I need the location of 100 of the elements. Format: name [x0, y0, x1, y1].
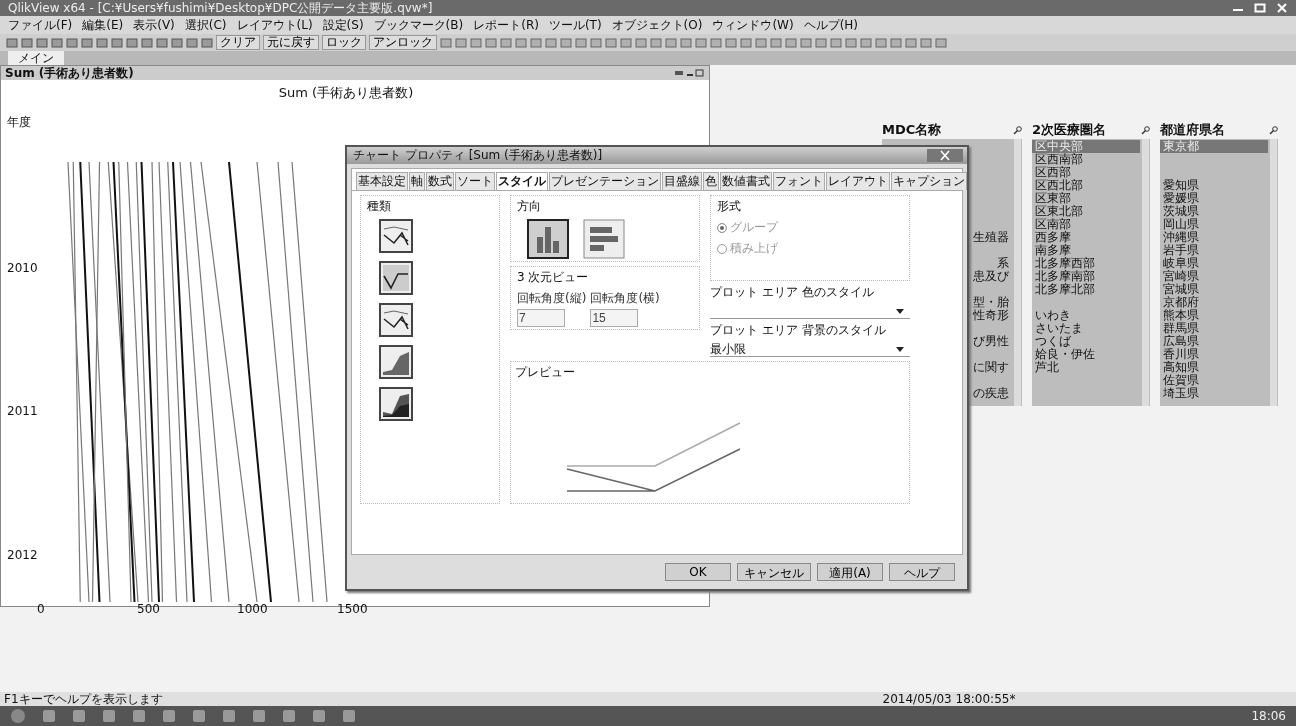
- list-item[interactable]: 区中央部: [1032, 140, 1140, 153]
- list-item[interactable]: 区東北部: [1032, 205, 1140, 218]
- toolbar-icon[interactable]: [440, 36, 452, 49]
- list-item[interactable]: 宮崎県: [1160, 270, 1268, 283]
- chart-type-icon[interactable]: [379, 261, 413, 295]
- toolbar-icon[interactable]: [36, 36, 48, 49]
- dialog-tab[interactable]: 目盛線: [662, 172, 702, 190]
- list-item[interactable]: 京都府: [1160, 296, 1268, 309]
- list-item[interactable]: 区西部: [1032, 166, 1140, 179]
- close-icon[interactable]: [927, 149, 963, 162]
- toolbar-icon[interactable]: [860, 36, 872, 49]
- list-item[interactable]: 岐阜県: [1160, 257, 1268, 270]
- scrollbar[interactable]: [1014, 139, 1021, 406]
- taskbar-icon[interactable]: [192, 709, 206, 723]
- dropdown-value[interactable]: 最小限: [710, 340, 746, 358]
- scrollbar[interactable]: [1270, 139, 1277, 406]
- toolbar-icon[interactable]: [935, 36, 947, 49]
- dialog-button[interactable]: OK: [665, 563, 731, 581]
- toolbar-icon[interactable]: [111, 36, 123, 49]
- toolbar-icon[interactable]: [890, 36, 902, 49]
- toolbar-button[interactable]: ロック: [322, 35, 366, 50]
- list-item[interactable]: 芦北: [1032, 361, 1140, 374]
- toolbar-icon[interactable]: [785, 36, 797, 49]
- toolbar-icon[interactable]: [635, 36, 647, 49]
- list-item[interactable]: 区東部: [1032, 192, 1140, 205]
- toolbar-icon[interactable]: [545, 36, 557, 49]
- taskbar-icon[interactable]: [252, 709, 266, 723]
- menu-item[interactable]: 選択(C): [184, 16, 227, 34]
- dialog-tab[interactable]: 数値書式: [720, 172, 772, 190]
- chart-type-icon[interactable]: [379, 345, 413, 379]
- toolbar-icon[interactable]: [590, 36, 602, 49]
- toolbar-icon[interactable]: [470, 36, 482, 49]
- menu-item[interactable]: レイアウト(L): [236, 16, 313, 34]
- chart-type-icon[interactable]: [379, 219, 413, 253]
- taskbar-icon[interactable]: [222, 709, 236, 723]
- toolbar-icon[interactable]: [485, 36, 497, 49]
- dialog-tab[interactable]: 基本設定: [356, 172, 408, 190]
- dialog-tab[interactable]: ソート: [455, 172, 495, 190]
- close-icon[interactable]: [1276, 3, 1288, 13]
- toolbar-icon[interactable]: [755, 36, 767, 49]
- list-item[interactable]: 南多摩: [1032, 244, 1140, 257]
- dialog-tab[interactable]: 色: [703, 172, 719, 190]
- toolbar-icon[interactable]: [800, 36, 812, 49]
- bar-chart-icon[interactable]: [583, 219, 625, 259]
- toolbar-icon[interactable]: [515, 36, 527, 49]
- list-item[interactable]: 北多摩南部: [1032, 270, 1140, 283]
- toolbar-icon[interactable]: [740, 36, 752, 49]
- dialog-button[interactable]: キャンセル: [737, 563, 811, 581]
- dialog-tab[interactable]: 数式: [426, 172, 454, 190]
- menu-item[interactable]: 編集(E): [82, 16, 124, 34]
- toolbar-icon[interactable]: [51, 36, 63, 49]
- search-icon[interactable]: [1141, 125, 1150, 135]
- list-item[interactable]: 北多摩北部: [1032, 283, 1140, 296]
- list-item[interactable]: 熊本県: [1160, 309, 1268, 322]
- toolbar-icon[interactable]: [141, 36, 153, 49]
- taskbar-icon[interactable]: [72, 709, 86, 723]
- window-controls-icon[interactable]: [675, 69, 705, 77]
- list-item[interactable]: いわき: [1032, 309, 1140, 322]
- toolbar-icon[interactable]: [455, 36, 467, 49]
- chart-type-icon[interactable]: [379, 303, 413, 337]
- search-icon[interactable]: [1269, 125, 1278, 135]
- menu-item[interactable]: ファイル(F): [8, 16, 73, 34]
- dialog-tab[interactable]: スタイル: [496, 172, 548, 190]
- dialog-tab[interactable]: レイアウト: [826, 172, 890, 190]
- toolbar-icon[interactable]: [725, 36, 737, 49]
- menu-item[interactable]: ヘルプ(H): [803, 16, 859, 34]
- list-item[interactable]: 香川県: [1160, 348, 1268, 361]
- toolbar-icon[interactable]: [845, 36, 857, 49]
- toolbar-icon[interactable]: [186, 36, 198, 49]
- list-item[interactable]: 愛媛県: [1160, 192, 1268, 205]
- list-item[interactable]: 宮城県: [1160, 283, 1268, 296]
- toolbar-icon[interactable]: [560, 36, 572, 49]
- menu-item[interactable]: 設定(S): [322, 16, 364, 34]
- toolbar-icon[interactable]: [96, 36, 108, 49]
- menu-item[interactable]: ツール(T): [548, 16, 602, 34]
- list-item[interactable]: 北多摩西部: [1032, 257, 1140, 270]
- toolbar-icon[interactable]: [830, 36, 842, 49]
- list-item[interactable]: つくば: [1032, 335, 1140, 348]
- dialog-button[interactable]: 適用(A): [817, 563, 883, 581]
- menu-item[interactable]: 表示(V): [133, 16, 175, 34]
- start-icon[interactable]: [10, 708, 26, 724]
- taskbar-icon[interactable]: [102, 709, 116, 723]
- taskbar-icon[interactable]: [342, 709, 356, 723]
- list-item[interactable]: 岡山県: [1160, 218, 1268, 231]
- list-item[interactable]: 愛知県: [1160, 179, 1268, 192]
- toolbar-icon[interactable]: [21, 36, 33, 49]
- toolbar-button[interactable]: クリア: [216, 35, 260, 50]
- toolbar-icon[interactable]: [500, 36, 512, 49]
- list-item[interactable]: 沖縄県: [1160, 231, 1268, 244]
- list-item[interactable]: 埼玉県: [1160, 387, 1268, 400]
- toolbar-icon[interactable]: [156, 36, 168, 49]
- toolbar-icon[interactable]: [605, 36, 617, 49]
- list-item[interactable]: 東京都: [1160, 140, 1268, 153]
- list-item[interactable]: 岩手県: [1160, 244, 1268, 257]
- dialog-tab[interactable]: プレゼンテーション: [549, 172, 661, 190]
- toolbar-icon[interactable]: [201, 36, 213, 49]
- list-item[interactable]: さいたま: [1032, 322, 1140, 335]
- toolbar-icon[interactable]: [695, 36, 707, 49]
- taskbar-icon[interactable]: [42, 709, 56, 723]
- search-icon[interactable]: [1013, 125, 1022, 135]
